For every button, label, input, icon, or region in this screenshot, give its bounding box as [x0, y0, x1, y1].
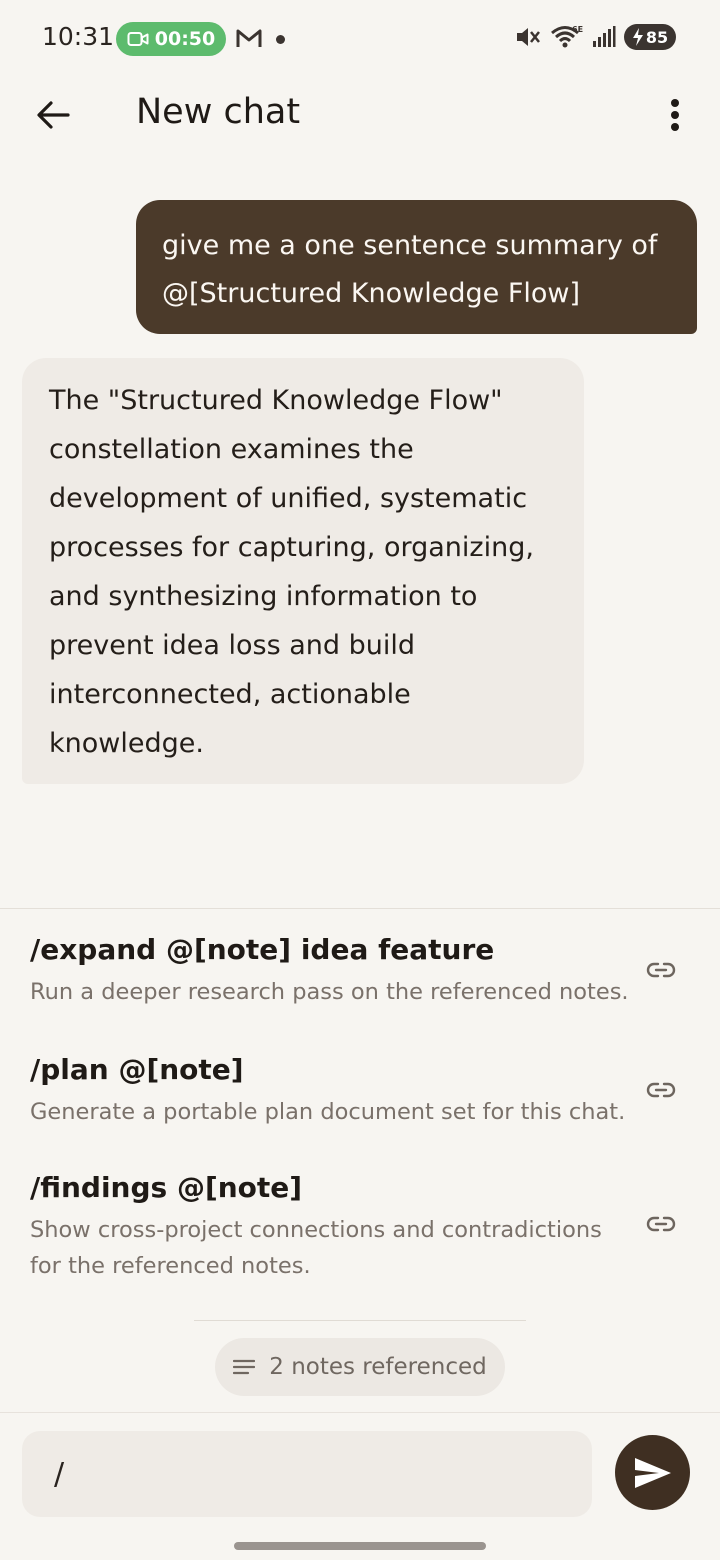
- divider: [0, 908, 720, 909]
- command-description: Run a deeper research pass on the refere…: [30, 979, 629, 1005]
- arrow-left-icon: [37, 101, 70, 129]
- battery-level: 85: [645, 27, 669, 47]
- network-label: 6E: [572, 25, 583, 34]
- command-title: /plan @[note]: [30, 1053, 244, 1086]
- send-button[interactable]: [615, 1435, 690, 1510]
- wifi-icon: 6E: [551, 25, 583, 48]
- message-input-value: /: [54, 1456, 65, 1492]
- send-icon: [634, 1457, 671, 1488]
- divider: [0, 1412, 720, 1413]
- charging-bolt-icon: [632, 28, 643, 46]
- message-input[interactable]: /: [22, 1431, 592, 1517]
- command-title: /findings @[note]: [30, 1171, 303, 1204]
- back-button[interactable]: [28, 92, 78, 138]
- command-suggestion-expand[interactable]: /expand @[note] idea feature Run a deepe…: [30, 930, 680, 1010]
- page-title: New chat: [136, 92, 301, 132]
- notes-referenced-label: 2 notes referenced: [269, 1354, 487, 1380]
- battery-indicator: 85: [624, 24, 676, 50]
- command-suggestion-findings[interactable]: /findings @[note] Show cross-project con…: [30, 1168, 680, 1284]
- notes-referenced-chip[interactable]: 2 notes referenced: [215, 1338, 505, 1396]
- divider: [194, 1320, 526, 1321]
- assistant-message: The "Structured Knowledge Flow" constell…: [22, 358, 584, 784]
- gmail-icon: [236, 29, 262, 47]
- system-icons: 6E 85: [514, 24, 676, 50]
- status-time: 10:31: [42, 22, 115, 51]
- user-message: give me a one sentence summary of @[Stru…: [136, 200, 697, 334]
- mute-vibrate-icon: [517, 28, 540, 46]
- more-options-button[interactable]: [654, 92, 696, 138]
- video-camera-icon: [127, 32, 149, 46]
- more-vert-icon: [671, 99, 679, 131]
- command-suggestion-plan[interactable]: /plan @[note] Generate a portable plan d…: [30, 1050, 680, 1130]
- notes-list-icon: [233, 1359, 256, 1375]
- link-icon[interactable]: [646, 1214, 676, 1234]
- command-description: Generate a portable plan document set fo…: [30, 1099, 626, 1125]
- recording-indicator[interactable]: 00:50: [116, 22, 226, 56]
- home-indicator[interactable]: [234, 1542, 486, 1550]
- link-icon[interactable]: [646, 960, 676, 980]
- recording-time: 00:50: [154, 28, 216, 50]
- notification-dot-icon: [276, 35, 285, 44]
- link-icon[interactable]: [646, 1080, 676, 1100]
- command-description: Show cross-project connections and contr…: [30, 1217, 602, 1279]
- status-bar: 10:31 00:50 6E 85: [0, 0, 720, 78]
- command-title: /expand @[note] idea feature: [30, 933, 495, 966]
- signal-icon: [593, 26, 616, 47]
